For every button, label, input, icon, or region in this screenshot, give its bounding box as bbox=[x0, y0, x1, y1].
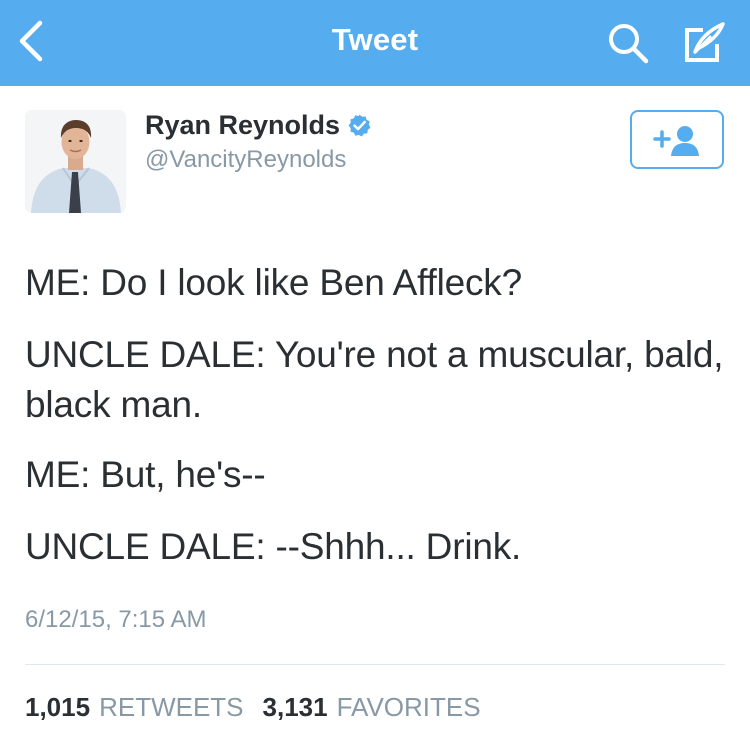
divider bbox=[25, 664, 725, 665]
tweet-timestamp: 6/12/15, 7:15 AM bbox=[25, 606, 207, 633]
tweet-line: ME: But, he's-- bbox=[25, 454, 266, 495]
tweet-line: UNCLE DALE: You're not a muscular, bald,… bbox=[25, 334, 734, 425]
tweet-line: UNCLE DALE: --Shhh... Drink. bbox=[25, 526, 522, 567]
search-button[interactable] bbox=[606, 22, 652, 64]
top-nav-bar: Tweet bbox=[0, 0, 750, 86]
compose-tweet-icon bbox=[685, 22, 725, 62]
compose-tweet-button[interactable] bbox=[681, 20, 727, 66]
add-user-icon bbox=[653, 126, 699, 156]
author-avatar[interactable] bbox=[25, 110, 126, 213]
author-handle[interactable]: @VancityReynolds bbox=[145, 146, 346, 174]
verified-badge-icon bbox=[348, 114, 371, 137]
retweets-stat[interactable]: 1,015 RETWEETS bbox=[25, 692, 244, 723]
follow-button[interactable] bbox=[630, 110, 724, 169]
favorites-stat[interactable]: 3,131 FAVORITES bbox=[263, 692, 481, 723]
author-display-name[interactable]: Ryan Reynolds bbox=[145, 110, 340, 141]
retweet-count: 1,015 bbox=[25, 692, 91, 722]
avatar-photo bbox=[25, 110, 126, 213]
tweet-text: ME: Do I look like Ben Affleck? UNCLE DA… bbox=[25, 258, 725, 594]
favorites-label: FAVORITES bbox=[336, 692, 481, 722]
author-name-row: Ryan Reynolds bbox=[145, 110, 372, 141]
favorite-count: 3,131 bbox=[262, 692, 328, 722]
tweet-line: ME: Do I look like Ben Affleck? bbox=[25, 262, 522, 303]
retweets-label: RETWEETS bbox=[99, 692, 244, 722]
search-icon bbox=[609, 24, 649, 64]
tweet-stats: 1,015 RETWEETS 3,131 FAVORITES bbox=[25, 692, 500, 723]
